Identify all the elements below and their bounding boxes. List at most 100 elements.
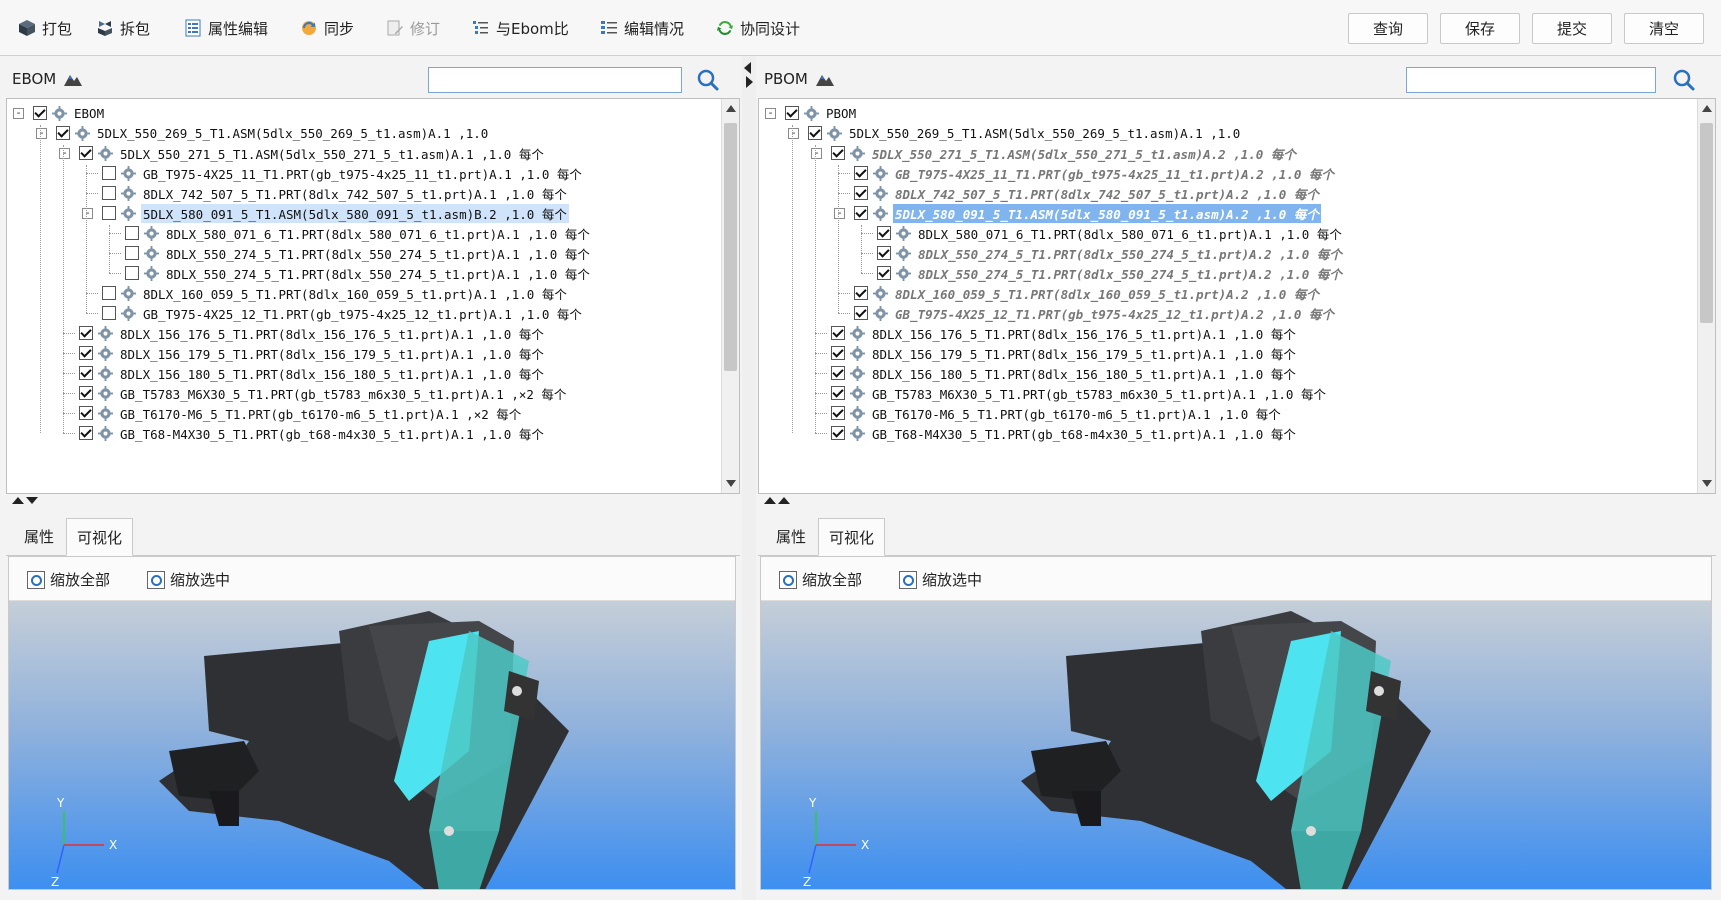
row-checkbox[interactable] — [831, 386, 845, 400]
tree-row[interactable]: GB_T975-4X25_11_T1.PRT(gb_t975-4x25_11_t… — [854, 163, 1336, 183]
tree-row[interactable]: GB_T975-4X25_11_T1.PRT(gb_t975-4x25_11_t… — [102, 163, 584, 183]
row-checkbox[interactable] — [785, 106, 799, 120]
splitter-left-arrow-icon[interactable] — [744, 62, 751, 74]
row-checkbox[interactable] — [79, 406, 93, 420]
arrow-up-icon[interactable] — [12, 497, 24, 504]
tree-row[interactable]: 5DLX_550_271_5_T1.ASM(5dlx_550_271_5_t1.… — [79, 143, 546, 163]
row-checkbox[interactable] — [102, 166, 116, 180]
tree-row[interactable]: EBOM — [33, 103, 106, 123]
tree-row[interactable]: 8DLX_550_274_5_T1.PRT(8dlx_550_274_5_t1.… — [877, 263, 1344, 283]
scroll-down-icon[interactable] — [1702, 480, 1712, 487]
revise-button[interactable]: 修订 — [386, 14, 440, 42]
panel-splitter[interactable] — [742, 56, 756, 900]
tab-properties[interactable]: 属性 — [766, 518, 816, 556]
row-checkbox[interactable] — [125, 226, 139, 240]
row-checkbox[interactable] — [831, 346, 845, 360]
tree-row[interactable]: 8DLX_742_507_5_T1.PRT(8dlx_742_507_5_t1.… — [102, 183, 569, 203]
row-checkbox[interactable] — [125, 266, 139, 280]
expand-toggle-icon[interactable]: - — [834, 207, 845, 219]
tree-row[interactable]: 8DLX_156_179_5_T1.PRT(8dlx_156_179_5_t1.… — [79, 343, 546, 363]
tree-row[interactable]: 8DLX_580_071_6_T1.PRT(8dlx_580_071_6_t1.… — [125, 223, 592, 243]
tree-row[interactable]: 8DLX_160_059_5_T1.PRT(8dlx_160_059_5_t1.… — [102, 283, 569, 303]
scroll-thumb[interactable] — [1700, 123, 1713, 323]
row-checkbox[interactable] — [831, 426, 845, 440]
mountain-icon[interactable] — [815, 72, 834, 86]
clear-button[interactable]: 清空 — [1624, 13, 1704, 44]
tree-row[interactable]: 8DLX_156_180_5_T1.PRT(8dlx_156_180_5_t1.… — [831, 363, 1298, 383]
package-button[interactable]: 打包 — [18, 14, 72, 42]
scroll-thumb[interactable] — [724, 123, 737, 371]
row-checkbox[interactable] — [808, 126, 822, 140]
scroll-up-icon[interactable] — [1702, 105, 1712, 112]
tree-row[interactable]: GB_T68-M4X30_5_T1.PRT(gb_t68-m4x30_5_t1.… — [831, 423, 1298, 443]
scroll-down-icon[interactable] — [726, 480, 736, 487]
row-checkbox[interactable] — [125, 246, 139, 260]
row-checkbox[interactable] — [877, 246, 891, 260]
tree-row[interactable]: 5DLX_550_271_5_T1.ASM(5dlx_550_271_5_t1.… — [831, 143, 1298, 163]
tree-row[interactable]: 5DLX_550_269_5_T1.ASM(5dlx_550_269_5_t1.… — [808, 123, 1242, 143]
pbom-tree-scrollbar[interactable] — [1697, 99, 1715, 493]
row-checkbox[interactable] — [831, 326, 845, 340]
tree-row[interactable]: 5DLX_550_269_5_T1.ASM(5dlx_550_269_5_t1.… — [56, 123, 490, 143]
tree-row[interactable]: 8DLX_156_179_5_T1.PRT(8dlx_156_179_5_t1.… — [831, 343, 1298, 363]
row-checkbox[interactable] — [102, 286, 116, 300]
row-checkbox[interactable] — [102, 206, 116, 220]
row-checkbox[interactable] — [79, 426, 93, 440]
ebom-search-input[interactable] — [428, 67, 682, 93]
zoom-selected-button[interactable]: 缩放选中 — [899, 569, 982, 590]
arrow-up-icon[interactable] — [764, 497, 776, 504]
pbom-search-icon[interactable] — [1670, 66, 1698, 94]
ebom-tree[interactable]: - EBOM - 5DLX_550_269_5_T1.ASM(5dlx_550_269… — [6, 98, 740, 494]
row-checkbox[interactable] — [854, 166, 868, 180]
compare-ebom-button[interactable]: 与Ebom比 — [472, 14, 569, 42]
sync-button[interactable]: 同步 — [300, 14, 354, 42]
edit-status-button[interactable]: 编辑情况 — [600, 14, 684, 42]
tree-row[interactable]: 8DLX_156_176_5_T1.PRT(8dlx_156_176_5_t1.… — [831, 323, 1298, 343]
mountain-icon[interactable] — [64, 72, 83, 86]
tree-row[interactable]: 8DLX_156_180_5_T1.PRT(8dlx_156_180_5_t1.… — [79, 363, 546, 383]
tree-row[interactable]: 8DLX_550_274_5_T1.PRT(8dlx_550_274_5_t1.… — [877, 243, 1344, 263]
submit-button[interactable]: 提交 — [1532, 13, 1612, 44]
row-checkbox[interactable] — [102, 306, 116, 320]
tree-row[interactable]: 5DLX_580_091_5_T1.ASM(5dlx_580_091_5_t1.… — [102, 203, 569, 223]
tree-row[interactable]: 8DLX_160_059_5_T1.PRT(8dlx_160_059_5_t1.… — [854, 283, 1321, 303]
row-checkbox[interactable] — [877, 226, 891, 240]
expand-toggle-icon[interactable]: - — [36, 127, 47, 139]
tree-row[interactable]: 8DLX_550_274_5_T1.PRT(8dlx_550_274_5_t1.… — [125, 263, 592, 283]
arrow-up-icon[interactable] — [778, 497, 790, 504]
expand-toggle-icon[interactable]: - — [82, 207, 93, 219]
pbom-tree[interactable]: - PBOM - 5DLX_550_269_5_T1.ASM(5dlx_550_269… — [758, 98, 1716, 494]
tree-row[interactable]: GB_T5783_M6X30_5_T1.PRT(gb_t5783_m6x30_5… — [831, 383, 1328, 403]
row-checkbox[interactable] — [33, 106, 47, 120]
row-checkbox[interactable] — [831, 146, 845, 160]
pbom-search-input[interactable] — [1406, 67, 1656, 93]
ebom-3d-viewport[interactable]: Y X Z — [9, 601, 735, 889]
tree-row[interactable]: 8DLX_580_071_6_T1.PRT(8dlx_580_071_6_t1.… — [877, 223, 1344, 243]
row-checkbox[interactable] — [79, 366, 93, 380]
row-checkbox[interactable] — [79, 146, 93, 160]
expand-toggle-icon[interactable]: - — [788, 127, 799, 139]
tree-row[interactable]: 8DLX_156_176_5_T1.PRT(8dlx_156_176_5_t1.… — [79, 323, 546, 343]
pbom-3d-viewport[interactable]: Y X Z — [761, 601, 1711, 889]
tab-visualization[interactable]: 可视化 — [66, 518, 134, 556]
ebom-tree-scrollbar[interactable] — [721, 99, 739, 493]
property-edit-button[interactable]: 属性编辑 — [184, 14, 268, 42]
row-checkbox[interactable] — [831, 406, 845, 420]
ebom-splitter-arrows[interactable] — [12, 497, 38, 504]
ebom-search-icon[interactable] — [694, 66, 722, 94]
query-button[interactable]: 查询 — [1348, 13, 1428, 44]
tree-row[interactable]: GB_T6170-M6_5_T1.PRT(gb_t6170-m6_5_t1.pr… — [79, 403, 523, 423]
tree-row[interactable]: 5DLX_580_091_5_T1.ASM(5dlx_580_091_5_t1.… — [854, 203, 1321, 223]
tree-row[interactable]: 8DLX_742_507_5_T1.PRT(8dlx_742_507_5_t1.… — [854, 183, 1321, 203]
row-checkbox[interactable] — [79, 326, 93, 340]
tree-row[interactable]: PBOM — [785, 103, 858, 123]
row-checkbox[interactable] — [831, 366, 845, 380]
row-checkbox[interactable] — [854, 306, 868, 320]
row-checkbox[interactable] — [854, 206, 868, 220]
row-checkbox[interactable] — [56, 126, 70, 140]
splitter-right-arrow-icon[interactable] — [746, 76, 753, 88]
tree-row[interactable]: GB_T975-4X25_12_T1.PRT(gb_t975-4x25_12_t… — [854, 303, 1336, 323]
arrow-down-icon[interactable] — [26, 497, 38, 504]
tree-row[interactable]: GB_T975-4X25_12_T1.PRT(gb_t975-4x25_12_t… — [102, 303, 584, 323]
unpack-button[interactable]: 拆包 — [96, 14, 150, 42]
